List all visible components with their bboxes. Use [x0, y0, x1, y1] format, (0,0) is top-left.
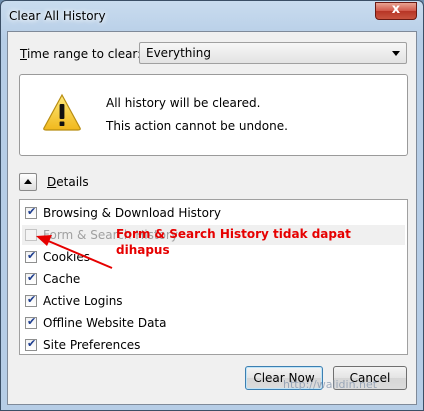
dialog-content: Time range to clear: Everything All hist…	[7, 31, 417, 405]
list-item-active-logins[interactable]: Active Logins	[22, 291, 405, 311]
warning-icon	[43, 93, 81, 131]
list-item-offline-website-data[interactable]: Offline Website Data	[22, 313, 405, 333]
chevron-down-icon	[392, 51, 400, 56]
checkbox-disabled	[25, 229, 37, 241]
warning-text-1: All history will be cleared.	[106, 96, 261, 110]
checkbox[interactable]	[25, 249, 37, 263]
checkbox[interactable]	[25, 205, 37, 219]
list-item-browsing-download-history[interactable]: Browsing & Download History	[22, 203, 405, 223]
warning-text-2: This action cannot be undone.	[106, 119, 288, 133]
time-range-value: Everything	[146, 46, 211, 60]
checkbox[interactable]	[25, 315, 37, 329]
annotation-text: Form & Search History tidak dapat dihapu…	[116, 227, 351, 257]
checkbox[interactable]	[25, 293, 37, 307]
list-item-site-preferences[interactable]: Site Preferences	[22, 335, 405, 355]
history-items-list: Browsing & Download History Form & Searc…	[19, 199, 408, 355]
checkbox[interactable]	[25, 271, 37, 285]
title-bar[interactable]: Clear All History x	[1, 1, 423, 31]
window-title: Clear All History	[9, 9, 106, 23]
watermark-text: http://walidin.net	[283, 378, 378, 391]
checkbox[interactable]	[25, 337, 37, 351]
time-range-select[interactable]: Everything	[139, 42, 407, 64]
dialog-window: Clear All History x Time range to clear:…	[0, 0, 424, 411]
list-item-cache[interactable]: Cache	[22, 269, 405, 289]
time-range-label: Time range to clear:	[20, 47, 142, 61]
details-label[interactable]: Details	[47, 175, 89, 189]
details-toggle-button[interactable]	[19, 173, 37, 191]
close-button[interactable]: x	[375, 2, 417, 20]
close-icon: x	[391, 2, 401, 17]
warning-box: All history will be cleared. This action…	[19, 74, 408, 156]
